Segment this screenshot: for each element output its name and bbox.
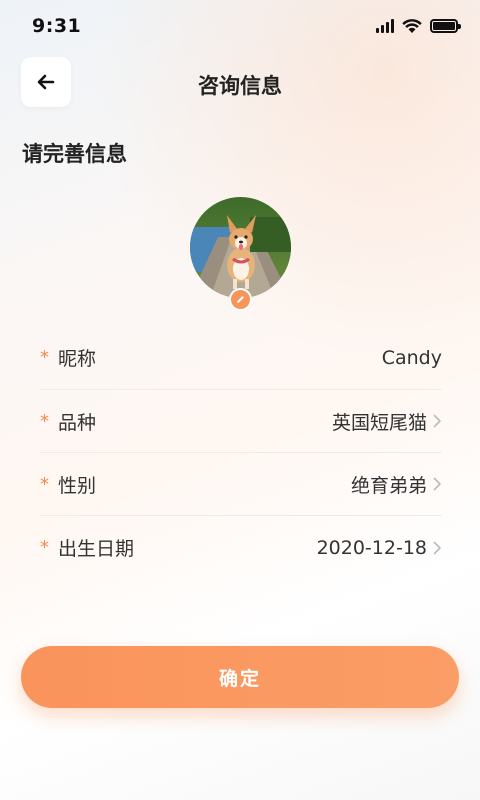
nickname-value-group: Candy — [382, 347, 442, 369]
status-time: 9:31 — [32, 15, 82, 37]
edit-avatar-button[interactable] — [229, 288, 252, 311]
page-title: 咨询信息 — [198, 74, 282, 98]
breed-label: 品种 — [58, 411, 97, 434]
nickname-row[interactable]: * 昵称 Candy — [40, 326, 442, 390]
gender-value-group: 绝育弟弟 — [351, 471, 442, 498]
nickname-label: 昵称 — [58, 348, 97, 370]
birthday-row[interactable]: * 出生日期 2020-12-18 — [40, 516, 442, 579]
required-mark: * — [40, 473, 49, 495]
required-mark: * — [40, 347, 49, 368]
pencil-icon — [237, 296, 244, 303]
nickname-label-group: * 昵称 — [40, 344, 96, 371]
breed-row[interactable]: * 品种 英国短尾猫 — [40, 390, 442, 453]
breed-value: 英国短尾猫 — [331, 411, 427, 434]
required-mark: * — [40, 537, 49, 558]
birthday-value-group: 2020-12-18 — [317, 537, 442, 559]
gender-value: 绝育弟弟 — [350, 474, 427, 497]
pet-avatar[interactable] — [190, 197, 291, 298]
gender-label-group: * 性别 — [40, 471, 96, 498]
birthday-label: 出生日期 — [58, 538, 135, 560]
section-title: 请完善信息 — [22, 142, 127, 166]
status-icons — [376, 18, 461, 34]
birthday-value: 2020-12-18 — [316, 536, 427, 559]
pet-photo — [190, 197, 291, 298]
chevron-right-icon — [433, 477, 442, 491]
breed-value-group: 英国短尾猫 — [332, 408, 442, 435]
pet-info-form: * 昵称 Candy * 品种 英国短尾猫 * 性别 绝育弟弟 * 出生日期 2… — [40, 326, 442, 579]
nickname-value: Candy — [381, 346, 442, 369]
confirm-button[interactable]: 确定 — [21, 646, 459, 708]
required-mark: * — [40, 410, 49, 432]
battery-icon — [430, 19, 461, 33]
cellular-signal-icon — [376, 19, 394, 33]
status-bar: 9:31 — [0, 0, 480, 52]
gender-row[interactable]: * 性别 绝育弟弟 — [40, 453, 442, 516]
breed-label-group: * 品种 — [40, 408, 96, 435]
chevron-right-icon — [433, 414, 442, 428]
wifi-icon — [402, 18, 422, 33]
chevron-right-icon — [433, 541, 442, 555]
birthday-label-group: * 出生日期 — [40, 534, 134, 561]
gender-label: 性别 — [58, 474, 97, 497]
